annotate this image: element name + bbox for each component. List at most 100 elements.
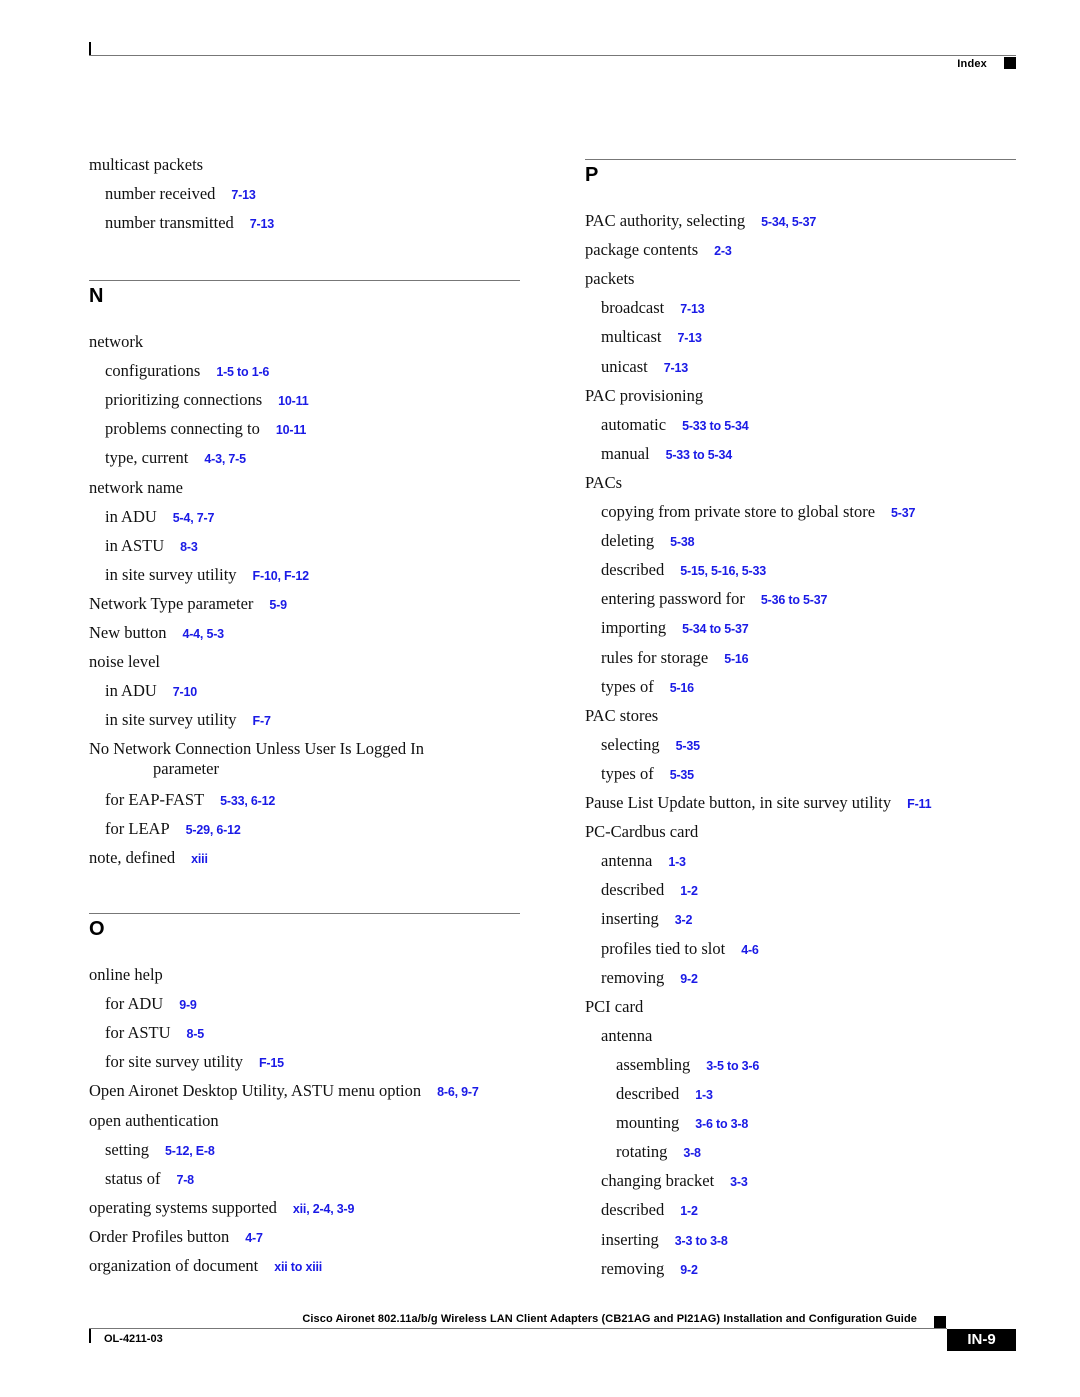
index-entry: Network Type parameter 5-9 — [89, 594, 287, 615]
page-reference-link[interactable]: 3-3 — [730, 1175, 748, 1189]
footer-page-number: IN-9 — [947, 1329, 1016, 1351]
index-term: noise level — [89, 652, 161, 672]
page-reference-link[interactable]: 1-2 — [680, 1204, 698, 1218]
page-reference-link[interactable]: 5-9 — [269, 598, 287, 612]
index-term: PC-Cardbus card — [585, 822, 699, 842]
page-reference-link[interactable]: 5-35 — [676, 739, 700, 753]
page-reference-link[interactable]: 3-6 to 3-8 — [695, 1117, 748, 1131]
page-reference-link[interactable]: F-15 — [259, 1056, 284, 1070]
page-reference-link[interactable]: 5-34 to 5-37 — [682, 622, 749, 636]
page-reference-link[interactable]: 5-16 — [724, 652, 748, 666]
section-letter-heading: P — [585, 164, 599, 186]
page-reference-link[interactable]: F-11 — [907, 797, 931, 811]
page-reference-link[interactable]: 8-6, 9-7 — [437, 1085, 479, 1099]
index-entry: in site survey utility F-7 — [105, 710, 271, 731]
page-reference-link[interactable]: 9-2 — [680, 972, 698, 986]
index-term: assembling — [616, 1054, 691, 1074]
index-term: described — [616, 1084, 680, 1103]
page-reference-link[interactable]: 4-6 — [741, 943, 759, 957]
page-reference-link[interactable]: F-7 — [253, 714, 271, 728]
index-entry: for EAP-FAST 5-33, 6-12 — [105, 790, 275, 811]
index-entry: inserting 3-3 to 3-8 — [601, 1230, 728, 1251]
footer-doc-number: OL-4211-03 — [104, 1333, 163, 1345]
page-reference-link[interactable]: 7-13 — [250, 217, 274, 231]
index-term: removing — [601, 1258, 665, 1278]
page-reference-link[interactable]: 3-3 to 3-8 — [675, 1234, 728, 1248]
index-entry: rotating 3-8 — [616, 1142, 701, 1163]
page-reference-link[interactable]: 3-8 — [683, 1146, 701, 1160]
page-reference-link[interactable]: 1-3 — [695, 1088, 713, 1102]
footer-guide-title: Cisco Aironet 802.11a/b/g Wireless LAN C… — [302, 1313, 917, 1325]
page-reference-link[interactable]: 5-34, 5-37 — [761, 215, 816, 229]
page-reference-link[interactable]: 1-2 — [680, 884, 698, 898]
index-entry: inserting 3-2 — [601, 909, 692, 930]
page-reference-link[interactable]: 4-3, 7-5 — [204, 452, 246, 466]
index-term: changing bracket — [601, 1171, 715, 1191]
section-rule — [585, 159, 1016, 160]
index-term: for ADU — [105, 994, 164, 1014]
page-reference-link[interactable]: 7-10 — [173, 685, 197, 699]
index-entry: New button 4-4, 5-3 — [89, 623, 224, 644]
index-entry: antenna — [601, 1026, 652, 1046]
page-reference-link[interactable]: 5-37 — [891, 506, 915, 520]
page-reference-link[interactable]: 5-4, 7-7 — [173, 511, 215, 525]
index-entry: PAC authority, selecting 5-34, 5-37 — [585, 211, 816, 232]
page-reference-link[interactable]: xii to xiii — [274, 1260, 322, 1274]
section-letter-heading: O — [89, 918, 105, 940]
page-reference-link[interactable]: 1-3 — [668, 855, 686, 869]
page-reference-link[interactable]: 5-33 to 5-34 — [666, 448, 733, 462]
index-term: automatic — [601, 414, 667, 434]
page-reference-link[interactable]: 5-15, 5-16, 5-33 — [680, 564, 766, 578]
index-term: selecting — [601, 734, 660, 754]
index-entry: described 1-2 — [601, 1200, 698, 1221]
index-term: multicast — [601, 327, 662, 347]
index-entry: removing 9-2 — [601, 1259, 698, 1280]
page-reference-link[interactable]: 9-2 — [680, 1263, 698, 1277]
page-reference-link[interactable]: 5-16 — [670, 681, 694, 695]
index-entry: PACs — [585, 473, 622, 493]
index-entry: types of 5-35 — [601, 764, 694, 785]
page-reference-link[interactable]: F-10, F-12 — [253, 569, 310, 583]
page-reference-link[interactable]: 5-29, 6-12 — [186, 823, 241, 837]
page-reference-link[interactable]: 5-12, E-8 — [165, 1144, 215, 1158]
page-reference-link[interactable]: 8-3 — [180, 540, 198, 554]
page-reference-link[interactable]: 7-8 — [176, 1173, 194, 1187]
page-reference-link[interactable]: 7-13 — [664, 361, 688, 375]
page-reference-link[interactable]: 5-35 — [670, 768, 694, 782]
index-entry: manual 5-33 to 5-34 — [601, 444, 732, 465]
page-reference-link[interactable]: 7-13 — [678, 331, 702, 345]
index-term: open authentication — [89, 1110, 219, 1130]
page-reference-link[interactable]: 2-3 — [714, 244, 732, 258]
page-reference-link[interactable]: 5-38 — [670, 535, 694, 549]
page-reference-link[interactable]: 1-5 to 1-6 — [216, 365, 269, 379]
index-term: packets — [585, 269, 635, 289]
page-reference-link[interactable]: xii, 2-4, 3-9 — [293, 1202, 355, 1216]
index-entry: problems connecting to 10-11 — [105, 419, 306, 440]
index-term: configurations — [105, 361, 201, 381]
page-reference-link[interactable]: 3-2 — [675, 913, 693, 927]
page-reference-link[interactable]: 5-33, 6-12 — [220, 794, 275, 808]
page-reference-link[interactable]: 4-7 — [245, 1231, 263, 1245]
page-reference-link[interactable]: 10-11 — [276, 423, 306, 437]
index-term: PAC authority, selecting — [585, 211, 746, 230]
page-reference-link[interactable]: 8-5 — [187, 1027, 205, 1041]
page-reference-link[interactable]: 3-5 to 3-6 — [706, 1059, 759, 1073]
page-reference-link[interactable]: 10-11 — [278, 394, 308, 408]
index-term: removing — [601, 967, 665, 987]
index-entry: prioritizing connections 10-11 — [105, 390, 309, 411]
index-entry: PC-Cardbus card — [585, 822, 698, 842]
footer-rule — [89, 1328, 947, 1329]
page-reference-link[interactable]: xiii — [191, 852, 208, 866]
page-reference-link[interactable]: 4-4, 5-3 — [182, 627, 224, 641]
page-reference-link[interactable]: 5-36 to 5-37 — [761, 593, 828, 607]
page-reference-link[interactable]: 9-9 — [179, 998, 197, 1012]
page-reference-link[interactable]: 7-13 — [680, 302, 704, 316]
page-reference-link[interactable]: 5-33 to 5-34 — [682, 419, 749, 433]
index-entry: broadcast 7-13 — [601, 298, 705, 319]
header-rule — [89, 55, 1016, 56]
index-entry: number received 7-13 — [105, 184, 256, 205]
index-entry: type, current 4-3, 7-5 — [105, 448, 246, 469]
index-term: in ADU — [105, 506, 157, 526]
page-reference-link[interactable]: 7-13 — [231, 188, 255, 202]
index-entry: setting 5-12, E-8 — [105, 1140, 215, 1161]
